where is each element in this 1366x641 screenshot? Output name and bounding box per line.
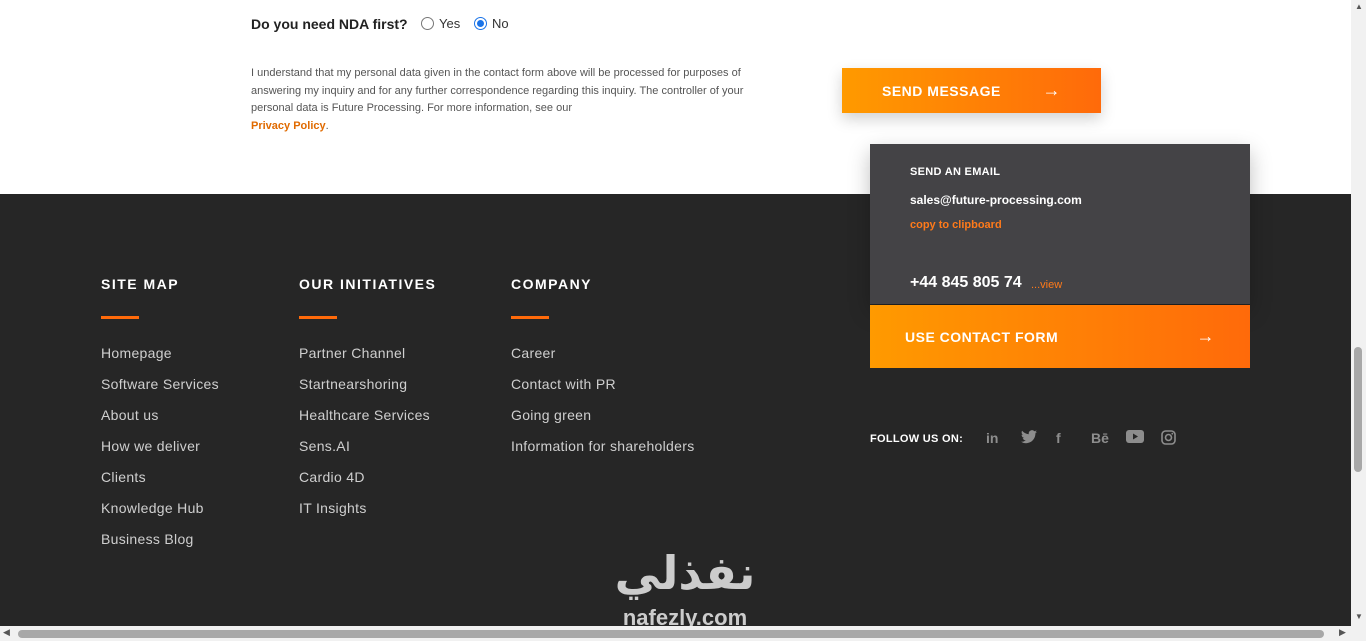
watermark-arabic: نفذلي bbox=[614, 546, 756, 600]
accent-bar bbox=[101, 316, 139, 319]
send-message-button[interactable]: SEND MESSAGE → bbox=[842, 68, 1101, 113]
footer-link[interactable]: Going green bbox=[511, 406, 695, 437]
use-contact-form-label: USE CONTACT FORM bbox=[905, 328, 1059, 345]
footer-column-site-map: SITE MAP Homepage Software Services Abou… bbox=[101, 276, 219, 547]
footer-link[interactable]: Software Services bbox=[101, 375, 219, 406]
nda-question: Do you need NDA first? bbox=[251, 16, 408, 32]
consent-text: I understand that my personal data given… bbox=[251, 67, 744, 115]
column-title: OUR INITIATIVES bbox=[299, 276, 437, 292]
follow-us-label: FOLLOW US ON: bbox=[870, 433, 964, 445]
footer-link[interactable]: Homepage bbox=[101, 344, 219, 375]
privacy-policy-link[interactable]: Privacy Policy bbox=[251, 120, 326, 132]
horizontal-scroll-thumb[interactable] bbox=[18, 630, 1324, 638]
footer-link[interactable]: How we deliver bbox=[101, 437, 219, 468]
arrow-right-icon: → bbox=[1196, 326, 1215, 346]
behance-icon[interactable]: Bē bbox=[1091, 430, 1126, 448]
phone-number: +44 845 805 74 bbox=[910, 274, 1022, 291]
scroll-right-icon[interactable]: ▶ bbox=[1339, 627, 1346, 638]
scroll-down-icon[interactable]: ▼ bbox=[1355, 612, 1363, 621]
vertical-scroll-thumb[interactable] bbox=[1354, 347, 1362, 472]
nda-no-option[interactable]: No bbox=[474, 16, 509, 31]
facebook-icon[interactable]: f bbox=[1056, 430, 1091, 448]
instagram-icon[interactable] bbox=[1161, 430, 1196, 448]
nda-no-label: No bbox=[492, 16, 509, 31]
footer-link[interactable]: Healthcare Services bbox=[299, 406, 430, 437]
nda-yes-label: Yes bbox=[439, 16, 461, 31]
footer-link[interactable]: Information for shareholders bbox=[511, 437, 695, 468]
footer-link[interactable]: Contact with PR bbox=[511, 375, 695, 406]
scroll-left-icon[interactable]: ◀ bbox=[3, 627, 10, 638]
nafezly-watermark: نفذلي nafezly.com bbox=[600, 548, 770, 630]
scroll-up-icon[interactable]: ▲ bbox=[1355, 2, 1363, 11]
linkedin-icon[interactable]: in bbox=[986, 430, 1021, 448]
nda-yes-option[interactable]: Yes bbox=[421, 16, 460, 31]
footer-link[interactable]: IT Insights bbox=[299, 499, 430, 530]
footer-link[interactable]: Cardio 4D bbox=[299, 468, 430, 499]
contact-card: SEND AN EMAIL sales@future-processing.co… bbox=[870, 144, 1250, 304]
footer-column-company: COMPANY Career Contact with PR Going gre… bbox=[511, 276, 694, 454]
arrow-right-icon: → bbox=[1042, 80, 1061, 100]
accent-bar bbox=[511, 316, 549, 319]
footer-link[interactable]: Partner Channel bbox=[299, 344, 430, 375]
radio-no[interactable] bbox=[474, 17, 487, 30]
accent-bar bbox=[299, 316, 337, 319]
vertical-scrollbar[interactable]: ▲ ▼ bbox=[1351, 0, 1366, 641]
social-links: in f Bē bbox=[986, 430, 1196, 448]
consent-end: . bbox=[325, 119, 329, 132]
radio-yes[interactable] bbox=[421, 17, 434, 30]
footer-link[interactable]: Career bbox=[511, 344, 695, 375]
footer-link[interactable]: About us bbox=[101, 406, 219, 437]
email-address[interactable]: sales@future-processing.com bbox=[910, 193, 1082, 207]
send-message-label: SEND MESSAGE bbox=[882, 82, 1001, 99]
column-title: COMPANY bbox=[511, 276, 593, 292]
view-phone-link[interactable]: ...view bbox=[1031, 279, 1062, 291]
column-title: SITE MAP bbox=[101, 276, 180, 292]
footer-link[interactable]: Knowledge Hub bbox=[101, 499, 219, 530]
use-contact-form-button[interactable]: USE CONTACT FORM → bbox=[870, 305, 1250, 368]
footer-column-initiatives: OUR INITIATIVES Partner Channel Startnea… bbox=[299, 276, 437, 516]
consent-text-block: I understand that my personal data given… bbox=[251, 65, 751, 135]
youtube-icon[interactable] bbox=[1126, 430, 1161, 448]
footer-link[interactable]: Clients bbox=[101, 468, 219, 499]
footer-link[interactable]: Business Blog bbox=[101, 530, 219, 561]
send-email-label: SEND AN EMAIL bbox=[910, 166, 1001, 178]
twitter-icon[interactable] bbox=[1021, 430, 1056, 448]
footer-link[interactable]: Sens.AI bbox=[299, 437, 430, 468]
horizontal-scrollbar[interactable]: ◀ ▶ bbox=[0, 626, 1351, 641]
footer-link[interactable]: Startnearshoring bbox=[299, 375, 430, 406]
copy-to-clipboard-link[interactable]: copy to clipboard bbox=[910, 219, 1002, 231]
